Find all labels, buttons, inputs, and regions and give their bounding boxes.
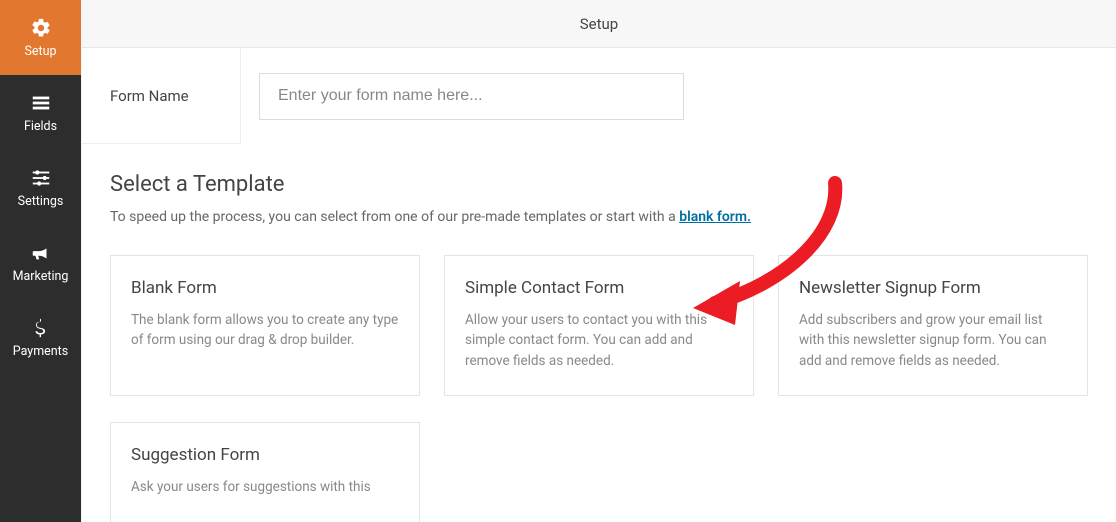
- template-card-title: Suggestion Form: [131, 445, 399, 465]
- sidebar-item-payments[interactable]: Payments: [0, 300, 81, 375]
- template-card-suggestion-form[interactable]: Suggestion Form Ask your users for sugge…: [110, 422, 420, 522]
- sidebar-item-fields[interactable]: Fields: [0, 75, 81, 150]
- sliders-icon: [30, 167, 52, 189]
- bullhorn-icon: [30, 242, 52, 264]
- template-card-desc: Allow your users to contact you with thi…: [465, 310, 733, 371]
- template-card-title: Newsletter Signup Form: [799, 278, 1067, 298]
- template-card-blank-form[interactable]: Blank Form The blank form allows you to …: [110, 255, 420, 396]
- template-card-newsletter-signup-form[interactable]: Newsletter Signup Form Add subscribers a…: [778, 255, 1088, 396]
- sidebar-item-setup[interactable]: Setup: [0, 0, 81, 75]
- form-name-row: Form Name: [82, 48, 1116, 144]
- header-title: Setup: [580, 15, 618, 33]
- sidebar-item-settings[interactable]: Settings: [0, 150, 81, 225]
- list-icon: [30, 92, 52, 114]
- sidebar-item-label: Settings: [18, 194, 64, 209]
- content: Form Name Select a Template To speed up …: [82, 48, 1116, 522]
- templates-description-text: To speed up the process, you can select …: [110, 209, 679, 225]
- form-name-input[interactable]: [259, 73, 684, 120]
- template-card-simple-contact-form[interactable]: Simple Contact Form Allow your users to …: [444, 255, 754, 396]
- main: Setup Form Name Select a Template To spe…: [81, 0, 1116, 522]
- sidebar-item-label: Payments: [13, 344, 68, 359]
- template-card-desc: Add subscribers and grow your email list…: [799, 310, 1067, 371]
- template-card-title: Blank Form: [131, 278, 399, 298]
- sidebar: Setup Fields Settings Marketing Payments: [0, 0, 81, 522]
- dollar-icon: [30, 317, 52, 339]
- gear-icon: [30, 17, 52, 39]
- templates-section: Select a Template To speed up the proces…: [82, 144, 1116, 522]
- form-name-label: Form Name: [82, 48, 241, 144]
- templates-heading: Select a Template: [110, 172, 1088, 197]
- form-name-input-wrap: [241, 48, 1116, 144]
- app-root: Setup Fields Settings Marketing Payments: [0, 0, 1116, 522]
- header-bar: Setup: [82, 0, 1116, 48]
- sidebar-item-label: Setup: [24, 44, 56, 59]
- template-card-title: Simple Contact Form: [465, 278, 733, 298]
- sidebar-item-label: Marketing: [13, 269, 69, 284]
- template-card-desc: The blank form allows you to create any …: [131, 310, 399, 351]
- template-card-desc: Ask your users for suggestions with this: [131, 477, 399, 497]
- templates-description: To speed up the process, you can select …: [110, 209, 1088, 225]
- sidebar-item-label: Fields: [24, 119, 57, 134]
- templates-grid: Blank Form The blank form allows you to …: [110, 255, 1088, 522]
- sidebar-item-marketing[interactable]: Marketing: [0, 225, 81, 300]
- blank-form-link[interactable]: blank form.: [679, 209, 751, 225]
